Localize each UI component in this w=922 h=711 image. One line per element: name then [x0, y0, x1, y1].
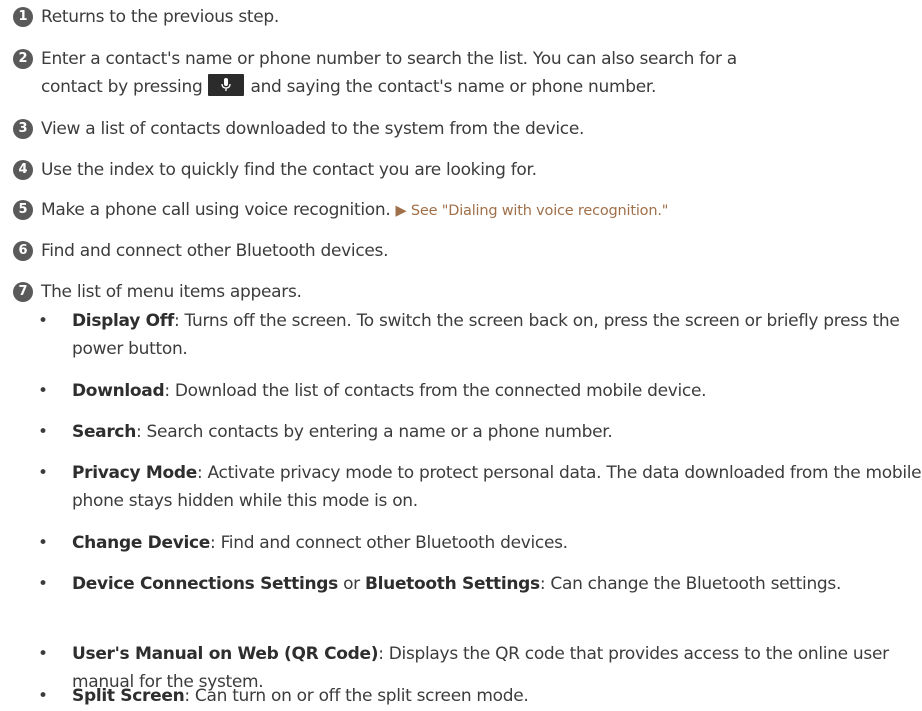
menu-term: Split Screen [72, 686, 185, 706]
step-text-main: Make a phone call using voice recognitio… [41, 200, 391, 220]
menu-item-display-off: • Display Off: Turns off the screen. To … [38, 307, 922, 363]
list-item: 2 Enter a contact's name or phone number… [13, 45, 737, 101]
bullet: • [38, 644, 48, 664]
menu-term: Search [72, 422, 137, 442]
list-item: 1 Returns to the previous step. [13, 3, 279, 31]
menu-desc: : Download the list of contacts from the… [164, 381, 707, 401]
menu-desc: : Activate privacy mode to protect perso… [72, 463, 922, 511]
step-number-badge: 3 [13, 119, 33, 139]
menu-term: User's Manual on Web (QR Code) [72, 644, 379, 664]
step-text: Make a phone call using voice recognitio… [41, 196, 668, 225]
menu-term: Display Off [72, 311, 174, 331]
bullet: • [38, 463, 48, 483]
menu-term: Download [72, 381, 165, 401]
menu-desc: : Find and connect other Bluetooth devic… [210, 533, 568, 553]
bullet: • [38, 381, 48, 401]
step-text-line2-pre: contact by pressing [41, 77, 203, 97]
cross-reference-link[interactable]: ▶ See "Dialing with voice recognition." [396, 203, 669, 219]
step-text-line1: Enter a contact's name or phone number t… [41, 49, 737, 69]
menu-term: Change Device [72, 533, 211, 553]
bullet: • [38, 686, 48, 706]
step-text: The list of menu items appears. [41, 282, 302, 302]
menu-item-download: • Download: Download the list of contact… [38, 377, 922, 405]
menu-desc: : Turns off the screen. To switch the sc… [72, 311, 900, 359]
menu-desc: : Can turn on or off the split screen mo… [184, 686, 529, 706]
list-item: 5 Make a phone call using voice recognit… [13, 196, 668, 225]
step-text-line2-post: and saying the contact's name or phone n… [250, 77, 657, 97]
menu-item-privacy-mode: • Privacy Mode: Activate privacy mode to… [38, 459, 922, 515]
step-text: Use the index to quickly find the contac… [41, 160, 537, 180]
step-number-badge: 2 [13, 49, 33, 69]
menu-conjunction: or [337, 574, 365, 594]
step-number-badge: 1 [13, 7, 33, 27]
menu-term-alt: Bluetooth Settings [364, 574, 540, 594]
microphone-icon [221, 78, 232, 91]
bullet: • [38, 574, 48, 594]
step-text: View a list of contacts downloaded to th… [41, 119, 585, 139]
list-item: 7 The list of menu items appears. [13, 278, 302, 306]
menu-term: Device Connections Settings [72, 574, 338, 594]
menu-desc: : Can change the Bluetooth settings. [539, 574, 842, 594]
list-item: 4 Use the index to quickly find the cont… [13, 156, 537, 184]
step-number-badge: 5 [13, 200, 33, 220]
menu-desc: : Search contacts by entering a name or … [136, 422, 613, 442]
microphone-button [208, 74, 245, 96]
step-text: Returns to the previous step. [41, 7, 280, 27]
step-text: Find and connect other Bluetooth devices… [41, 241, 389, 261]
bullet: • [38, 422, 48, 442]
manual-page: 1 Returns to the previous step. 2 Enter … [0, 0, 922, 711]
menu-item-split-screen: • Split Screen: Can turn on or off the s… [38, 682, 922, 710]
step-text: Enter a contact's name or phone number t… [41, 45, 737, 101]
list-item: 3 View a list of contacts downloaded to … [13, 115, 584, 143]
menu-item-device-connections-settings: • Device Connections Settings or Bluetoo… [38, 570, 922, 598]
list-item: 6 Find and connect other Bluetooth devic… [13, 237, 389, 265]
step-number-badge: 7 [13, 282, 33, 302]
step-number-badge: 6 [13, 241, 33, 261]
bullet: • [38, 533, 48, 553]
menu-term: Privacy Mode [72, 463, 197, 483]
menu-item-search: • Search: Search contacts by entering a … [38, 418, 922, 446]
step-number-badge: 4 [13, 160, 33, 180]
menu-item-change-device: • Change Device: Find and connect other … [38, 529, 922, 557]
bullet: • [38, 311, 48, 331]
